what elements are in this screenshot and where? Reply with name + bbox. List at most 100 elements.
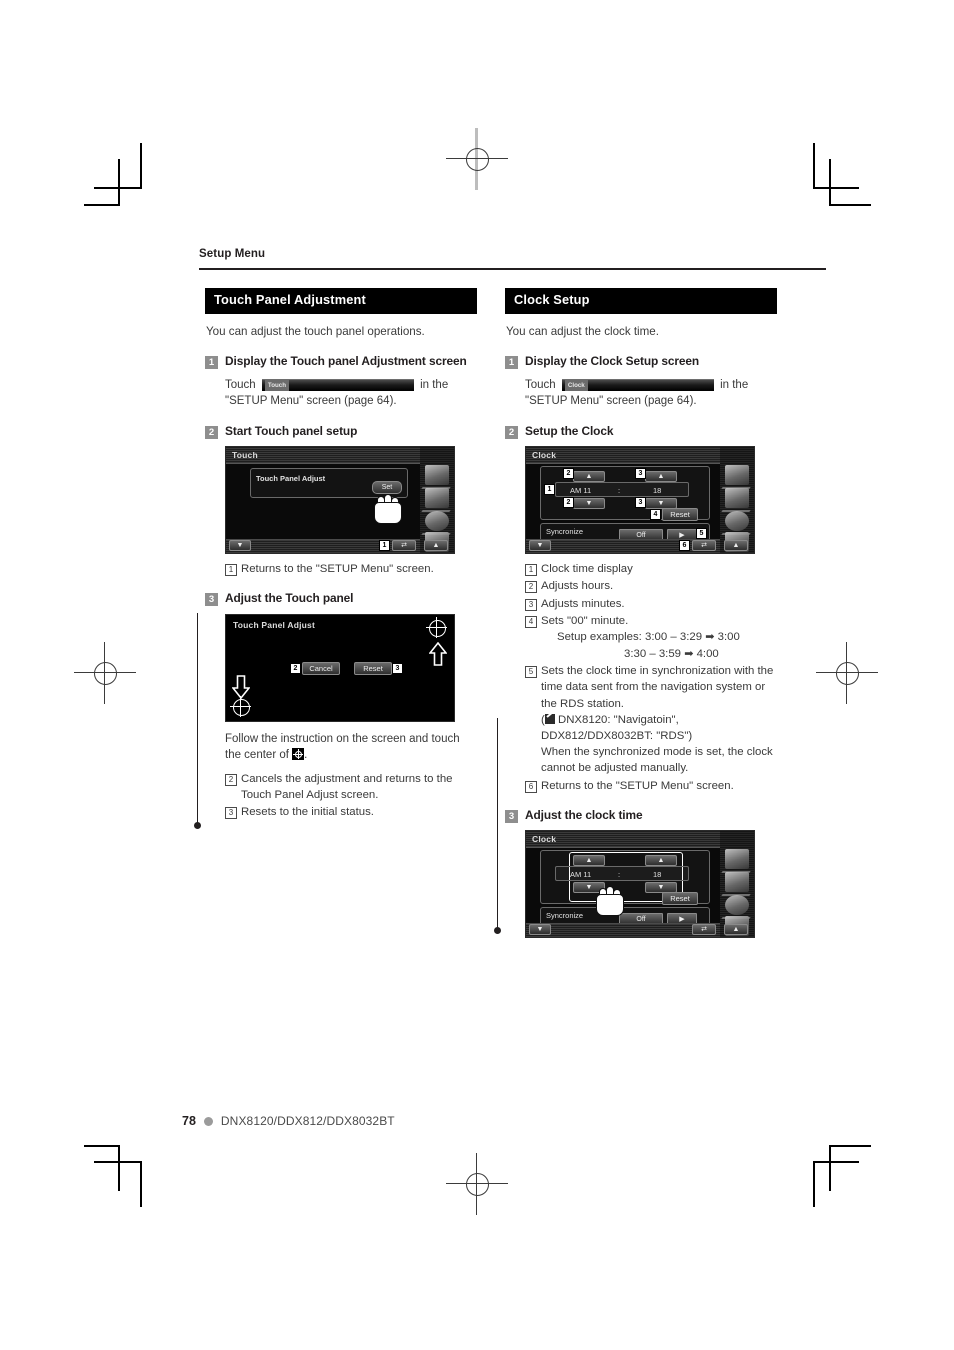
menu-grid-icon[interactable] xyxy=(725,465,749,486)
volume-up-button[interactable]: ▲ xyxy=(724,924,748,936)
step-title: Display the Touch panel Adjustment scree… xyxy=(225,353,467,368)
section-title-clock-setup: Clock Setup xyxy=(505,288,777,314)
step-3-instruction-left: Follow the instruction on the screen and… xyxy=(225,731,477,764)
volume-down-button[interactable]: ▼ xyxy=(529,924,551,936)
crop-mark-tr-h2 xyxy=(829,204,871,206)
pill-label: Clock xyxy=(564,380,588,392)
binder-dot-left xyxy=(194,822,201,829)
touch-verb-label: Touch xyxy=(225,379,256,392)
reset-button[interactable]: Reset xyxy=(662,892,698,906)
step-2-header-right: 2 Setup the Clock xyxy=(505,424,777,439)
step-number-badge: 2 xyxy=(205,425,218,439)
crop-mark-tl-v2 xyxy=(118,159,120,205)
crop-mark-bl-v2 xyxy=(118,1145,120,1191)
callout-4-reset: 4 xyxy=(650,509,661,521)
registration-mark-bottom xyxy=(446,1153,508,1215)
setup-menu-clock-button-graphic[interactable]: Clock xyxy=(561,379,714,392)
reference-text-group: Sets "00" minute. Setup examples: 3:00 –… xyxy=(541,613,777,662)
period: . xyxy=(304,749,308,762)
hour-up-button[interactable]: ▲ xyxy=(573,855,605,867)
minute-up-button[interactable]: ▲ xyxy=(645,855,677,867)
reference-row: 3 Adjusts minutes. xyxy=(525,596,777,612)
crop-mark-br-h2 xyxy=(829,1145,871,1147)
setup-menu-touch-button-graphic[interactable]: Touch xyxy=(261,379,414,392)
reference-number: 1 xyxy=(225,564,237,577)
callout-3-minute-down: 3 xyxy=(635,497,646,509)
callout-2: 2 xyxy=(290,662,301,674)
clock-adjust-screenshot: Clock ▲ ▲ AM 11 : 18 ▼ ▼ Reset Syncroniz… xyxy=(525,830,755,939)
crop-mark-br-v2 xyxy=(829,1145,831,1191)
minute-value: 18 xyxy=(653,486,662,496)
callout-1: 1 xyxy=(379,540,390,552)
clock-reference-list: 1 Clock time display 2 Adjusts hours. 3 … xyxy=(525,561,777,793)
minute-up-button[interactable]: ▲ xyxy=(645,471,677,483)
hour-value: AM 11 xyxy=(570,486,592,496)
step-2-header-left: 2 Start Touch panel setup xyxy=(205,424,477,439)
media-source-icon[interactable] xyxy=(725,872,749,893)
volume-up-button[interactable]: ▲ xyxy=(724,540,748,552)
callout-3: 3 xyxy=(392,662,403,674)
volume-down-button[interactable]: ▼ xyxy=(529,540,551,552)
touch-panel-adjust-screenshot: Touch Panel Adjust 2 Cancel Reset 3 xyxy=(225,613,455,722)
binder-line-right xyxy=(497,718,499,930)
reference-number: 3 xyxy=(525,598,537,611)
screen-title: Touch xyxy=(232,450,258,461)
hour-up-button[interactable]: ▲ xyxy=(573,471,605,483)
pen-note-icon xyxy=(544,713,555,724)
crosshair-icon-top-right[interactable] xyxy=(426,616,447,638)
step-title: Adjust the clock time xyxy=(525,807,643,822)
crop-mark-bl-h2 xyxy=(84,1145,120,1147)
set-button[interactable]: Set xyxy=(372,481,402,495)
setup-example-2-to: 4:00 xyxy=(696,647,719,660)
callout-6-return: 6 xyxy=(679,540,690,552)
volume-down-button[interactable]: ▼ xyxy=(229,540,251,552)
step-title: Display the Clock Setup screen xyxy=(525,353,700,368)
step-2-reference-list: 1 Returns to the "SETUP Menu" screen. xyxy=(225,561,477,577)
setup-example-2-from: 3:30 – 3:59 xyxy=(624,647,682,660)
cancel-button[interactable]: Cancel xyxy=(302,661,340,675)
arrow-right-icon: ➡ xyxy=(684,647,694,660)
pointing-hand-icon xyxy=(596,886,624,917)
disc-icon[interactable] xyxy=(725,895,749,916)
callout-2-hour-down: 2 xyxy=(563,497,574,509)
step-title: Adjust the Touch panel xyxy=(225,591,354,606)
step-number-badge: 1 xyxy=(205,355,218,369)
reference-text: Adjusts hours. xyxy=(541,580,614,593)
left-column: Touch Panel Adjustment You can adjust th… xyxy=(205,288,477,821)
menu-grid-icon[interactable] xyxy=(425,465,449,486)
setup-example-1-from: 3:00 – 3:29 xyxy=(645,630,703,643)
crop-mark-tr-h xyxy=(813,187,859,189)
media-source-icon[interactable] xyxy=(725,488,749,509)
volume-up-button[interactable]: ▲ xyxy=(424,540,448,552)
reference-text: Sets "00" minute. xyxy=(541,614,629,627)
return-arrow-icon[interactable]: ⇄ xyxy=(392,540,416,552)
reference-number: 6 xyxy=(525,780,537,793)
reference-row: 1 Clock time display xyxy=(525,561,777,577)
minute-value: 18 xyxy=(653,870,662,880)
arrow-up-icon-top-right xyxy=(429,641,447,666)
return-arrow-icon[interactable]: ⇄ xyxy=(692,924,716,936)
step-number-badge: 2 xyxy=(505,425,518,439)
screen-title: Touch Panel Adjust xyxy=(233,619,315,630)
menu-grid-icon[interactable] xyxy=(725,849,749,870)
media-source-icon[interactable] xyxy=(425,488,449,509)
crop-mark-tr-v2 xyxy=(829,159,831,205)
reset-button[interactable]: Reset xyxy=(354,661,392,675)
reset-button[interactable]: Reset xyxy=(662,508,698,522)
screen-bottom-bar xyxy=(526,539,720,554)
binder-dot-right xyxy=(494,927,501,934)
screen-title: Clock xyxy=(532,450,557,461)
reference-text: Cancels the adjustment and returns to th… xyxy=(241,772,453,801)
hour-down-button[interactable]: ▼ xyxy=(573,498,605,510)
clock-time-display: AM 11 : 18 xyxy=(555,482,689,498)
reference-text: Adjusts minutes. xyxy=(541,597,625,610)
step-number-badge: 3 xyxy=(205,593,218,607)
return-arrow-icon[interactable]: ⇄ xyxy=(692,540,716,552)
step-title: Setup the Clock xyxy=(525,423,614,438)
disc-icon[interactable] xyxy=(725,511,749,532)
crosshair-icon-bottom-left[interactable] xyxy=(230,695,251,717)
setup-example-1-to: 3:00 xyxy=(717,630,740,643)
callout-1-time-display: 1 xyxy=(544,484,555,496)
disc-icon[interactable] xyxy=(425,511,449,532)
reference-text: Clock time display xyxy=(541,563,633,576)
